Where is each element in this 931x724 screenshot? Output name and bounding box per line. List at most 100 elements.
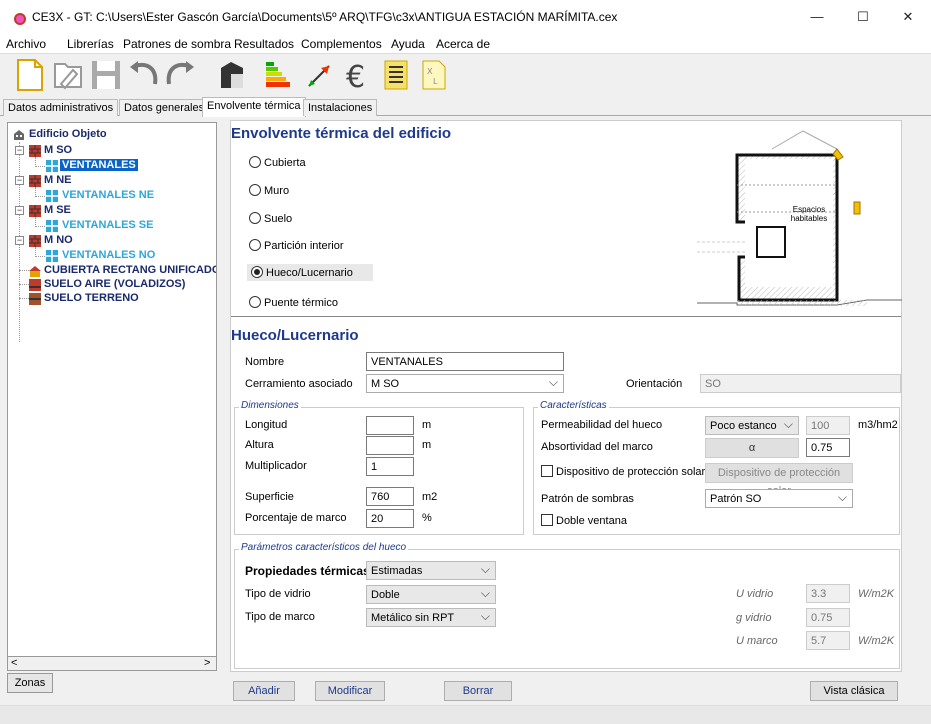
altura-input[interactable] <box>366 436 414 455</box>
economic-analysis-icon[interactable]: € <box>341 58 375 92</box>
cerramiento-select[interactable]: M SO <box>366 374 564 393</box>
collapse-box[interactable]: − <box>15 206 24 215</box>
menu-patrones[interactable]: Patrones de sombra <box>123 37 231 51</box>
section-title-hueco: Hueco/Lucernario <box>231 327 359 344</box>
collapse-box[interactable]: − <box>15 176 24 185</box>
menu-complementos[interactable]: Complementos <box>301 37 382 51</box>
report-icon[interactable] <box>379 58 413 92</box>
tree-horizontal-scrollbar[interactable]: < > <box>7 656 217 671</box>
u-marco-label: U marco <box>736 635 778 647</box>
tree-item-suelo-terreno[interactable]: SUELO TERRENO <box>44 292 139 304</box>
save-icon[interactable] <box>89 58 123 92</box>
floor-icon <box>29 279 41 291</box>
export-xml-icon[interactable]: XL <box>417 58 451 92</box>
envelope-tree[interactable]: Edificio Objeto − M SO VENTANALES − M NE… <box>7 122 217 670</box>
tree-item-m-no[interactable]: M NO <box>44 234 73 246</box>
radio-circle[interactable] <box>249 212 261 224</box>
menu-resultados[interactable]: Resultados <box>234 37 294 51</box>
vidrio-select[interactable]: Doble <box>366 585 496 604</box>
radio-circle-selected[interactable] <box>251 266 263 278</box>
cerramiento-label: Cerramiento asociado <box>245 378 353 390</box>
radio-cubierta[interactable]: Cubierta <box>249 156 306 169</box>
radio-circle[interactable] <box>249 296 261 308</box>
dispositivo-checkbox[interactable]: Dispositivo de protección solar <box>541 465 705 478</box>
tree-item-m-se[interactable]: M SE <box>44 204 71 216</box>
wall-icon <box>29 175 41 187</box>
radio-particion-interior[interactable]: Partición interior <box>249 239 343 252</box>
status-bar <box>0 705 931 724</box>
main-panel: Envolvente térmica del edificio Cubierta… <box>230 120 902 672</box>
open-file-icon[interactable] <box>51 58 85 92</box>
scroll-left-icon[interactable]: < <box>11 657 17 669</box>
porcentaje-input[interactable]: 20 <box>366 509 414 528</box>
redo-icon[interactable] <box>163 58 197 92</box>
tree-item-ventanales-se[interactable]: VENTANALES SE <box>62 219 153 231</box>
tree-item-ventanales-no[interactable]: VENTANALES NO <box>62 249 155 261</box>
doble-ventana-checkbox[interactable]: Doble ventana <box>541 514 627 527</box>
g-vidrio-value: 0.75 <box>806 608 850 627</box>
longitud-input[interactable] <box>366 416 414 435</box>
radio-puente-termico[interactable]: Puente térmico <box>249 296 338 309</box>
propiedades-select[interactable]: Estimadas <box>366 561 496 580</box>
maximize-button[interactable]: ☐ <box>840 6 886 28</box>
u-vidrio-unit: W/m2K <box>858 588 895 600</box>
modificar-button[interactable]: Modificar <box>315 681 385 701</box>
tree-root[interactable]: Edificio Objeto <box>29 128 107 140</box>
tab-envolvente-termica[interactable]: Envolvente térmica <box>202 97 306 117</box>
vista-clasica-button[interactable]: Vista clásica <box>810 681 898 701</box>
absortividad-input[interactable]: 0.75 <box>806 438 850 457</box>
menu-librerias[interactable]: Librerías <box>67 37 114 51</box>
altura-unit: m <box>422 439 432 451</box>
section-title-envolvente: Envolvente térmica del edificio <box>231 125 452 142</box>
radio-muro[interactable]: Muro <box>249 184 289 197</box>
tree-item-m-ne[interactable]: M NE <box>44 174 72 186</box>
superficie-input[interactable]: 760 <box>366 487 414 506</box>
absortividad-alpha-button[interactable]: α <box>705 438 799 458</box>
tree-item-cubierta[interactable]: CUBIERTA RECTANG UNIFICADO <box>44 264 216 276</box>
tree-item-suelo-aire[interactable]: SUELO AIRE (VOLADIZOS) <box>44 278 185 290</box>
tab-datos-generales[interactable]: Datos generales <box>119 99 210 116</box>
menu-acerca[interactable]: Acerca de <box>436 37 490 51</box>
radio-circle[interactable] <box>249 156 261 168</box>
tree-item-ventanales-ne[interactable]: VENTANALES NE <box>62 189 154 201</box>
anadir-button[interactable]: Añadir <box>233 681 295 701</box>
patron-select[interactable]: Patrón SO <box>705 489 853 508</box>
tab-instalaciones[interactable]: Instalaciones <box>303 99 378 116</box>
permeabilidad-select[interactable]: Poco estanco <box>705 416 799 435</box>
close-button[interactable]: ✕ <box>885 6 931 28</box>
borrar-button[interactable]: Borrar <box>444 681 512 701</box>
checkbox-box[interactable] <box>541 514 553 526</box>
tab-datos-administrativos[interactable]: Datos administrativos <box>3 99 119 116</box>
building-icon[interactable] <box>215 58 249 92</box>
undo-icon[interactable] <box>127 58 161 92</box>
zonas-button[interactable]: Zonas <box>7 673 53 693</box>
collapse-box[interactable]: − <box>15 146 24 155</box>
tree-item-m-so[interactable]: M SO <box>44 144 72 156</box>
superficie-unit: m2 <box>422 491 438 503</box>
superficie-label: Superficie <box>245 491 294 503</box>
energy-rating-icon[interactable] <box>262 58 296 92</box>
menu-bar: Archivo Librerías Patrones de sombra Res… <box>0 34 931 54</box>
collapse-box[interactable]: − <box>15 236 24 245</box>
radio-suelo[interactable]: Suelo <box>249 212 292 225</box>
dispositivo-button[interactable]: Dispositivo de protección solar <box>705 463 853 497</box>
new-file-icon[interactable] <box>13 58 47 92</box>
radio-circle[interactable] <box>249 184 261 196</box>
g-vidrio-label: g vidrio <box>736 612 772 624</box>
checkbox-box[interactable] <box>541 465 553 477</box>
wall-icon <box>29 205 41 217</box>
radio-circle[interactable] <box>249 239 261 251</box>
window-icon <box>46 190 58 202</box>
improvement-arrow-icon[interactable] <box>303 58 337 92</box>
menu-ayuda[interactable]: Ayuda <box>391 37 425 51</box>
marco-select[interactable]: Metálico sin RPT <box>366 608 496 627</box>
tree-item-ventanales[interactable]: VENTANALES <box>60 159 138 171</box>
title-bar: CE3X - GT: C:\Users\Ester Gascón García\… <box>0 0 931 34</box>
patron-label: Patrón de sombras <box>541 493 634 505</box>
scroll-right-icon[interactable]: > <box>204 657 210 669</box>
menu-archivo[interactable]: Archivo <box>6 37 46 51</box>
minimize-button[interactable]: — <box>794 6 840 28</box>
nombre-input[interactable]: VENTANALES <box>366 352 564 371</box>
radio-hueco-lucernario[interactable]: Hueco/Lucernario <box>247 264 373 281</box>
multiplicador-input[interactable]: 1 <box>366 457 414 476</box>
